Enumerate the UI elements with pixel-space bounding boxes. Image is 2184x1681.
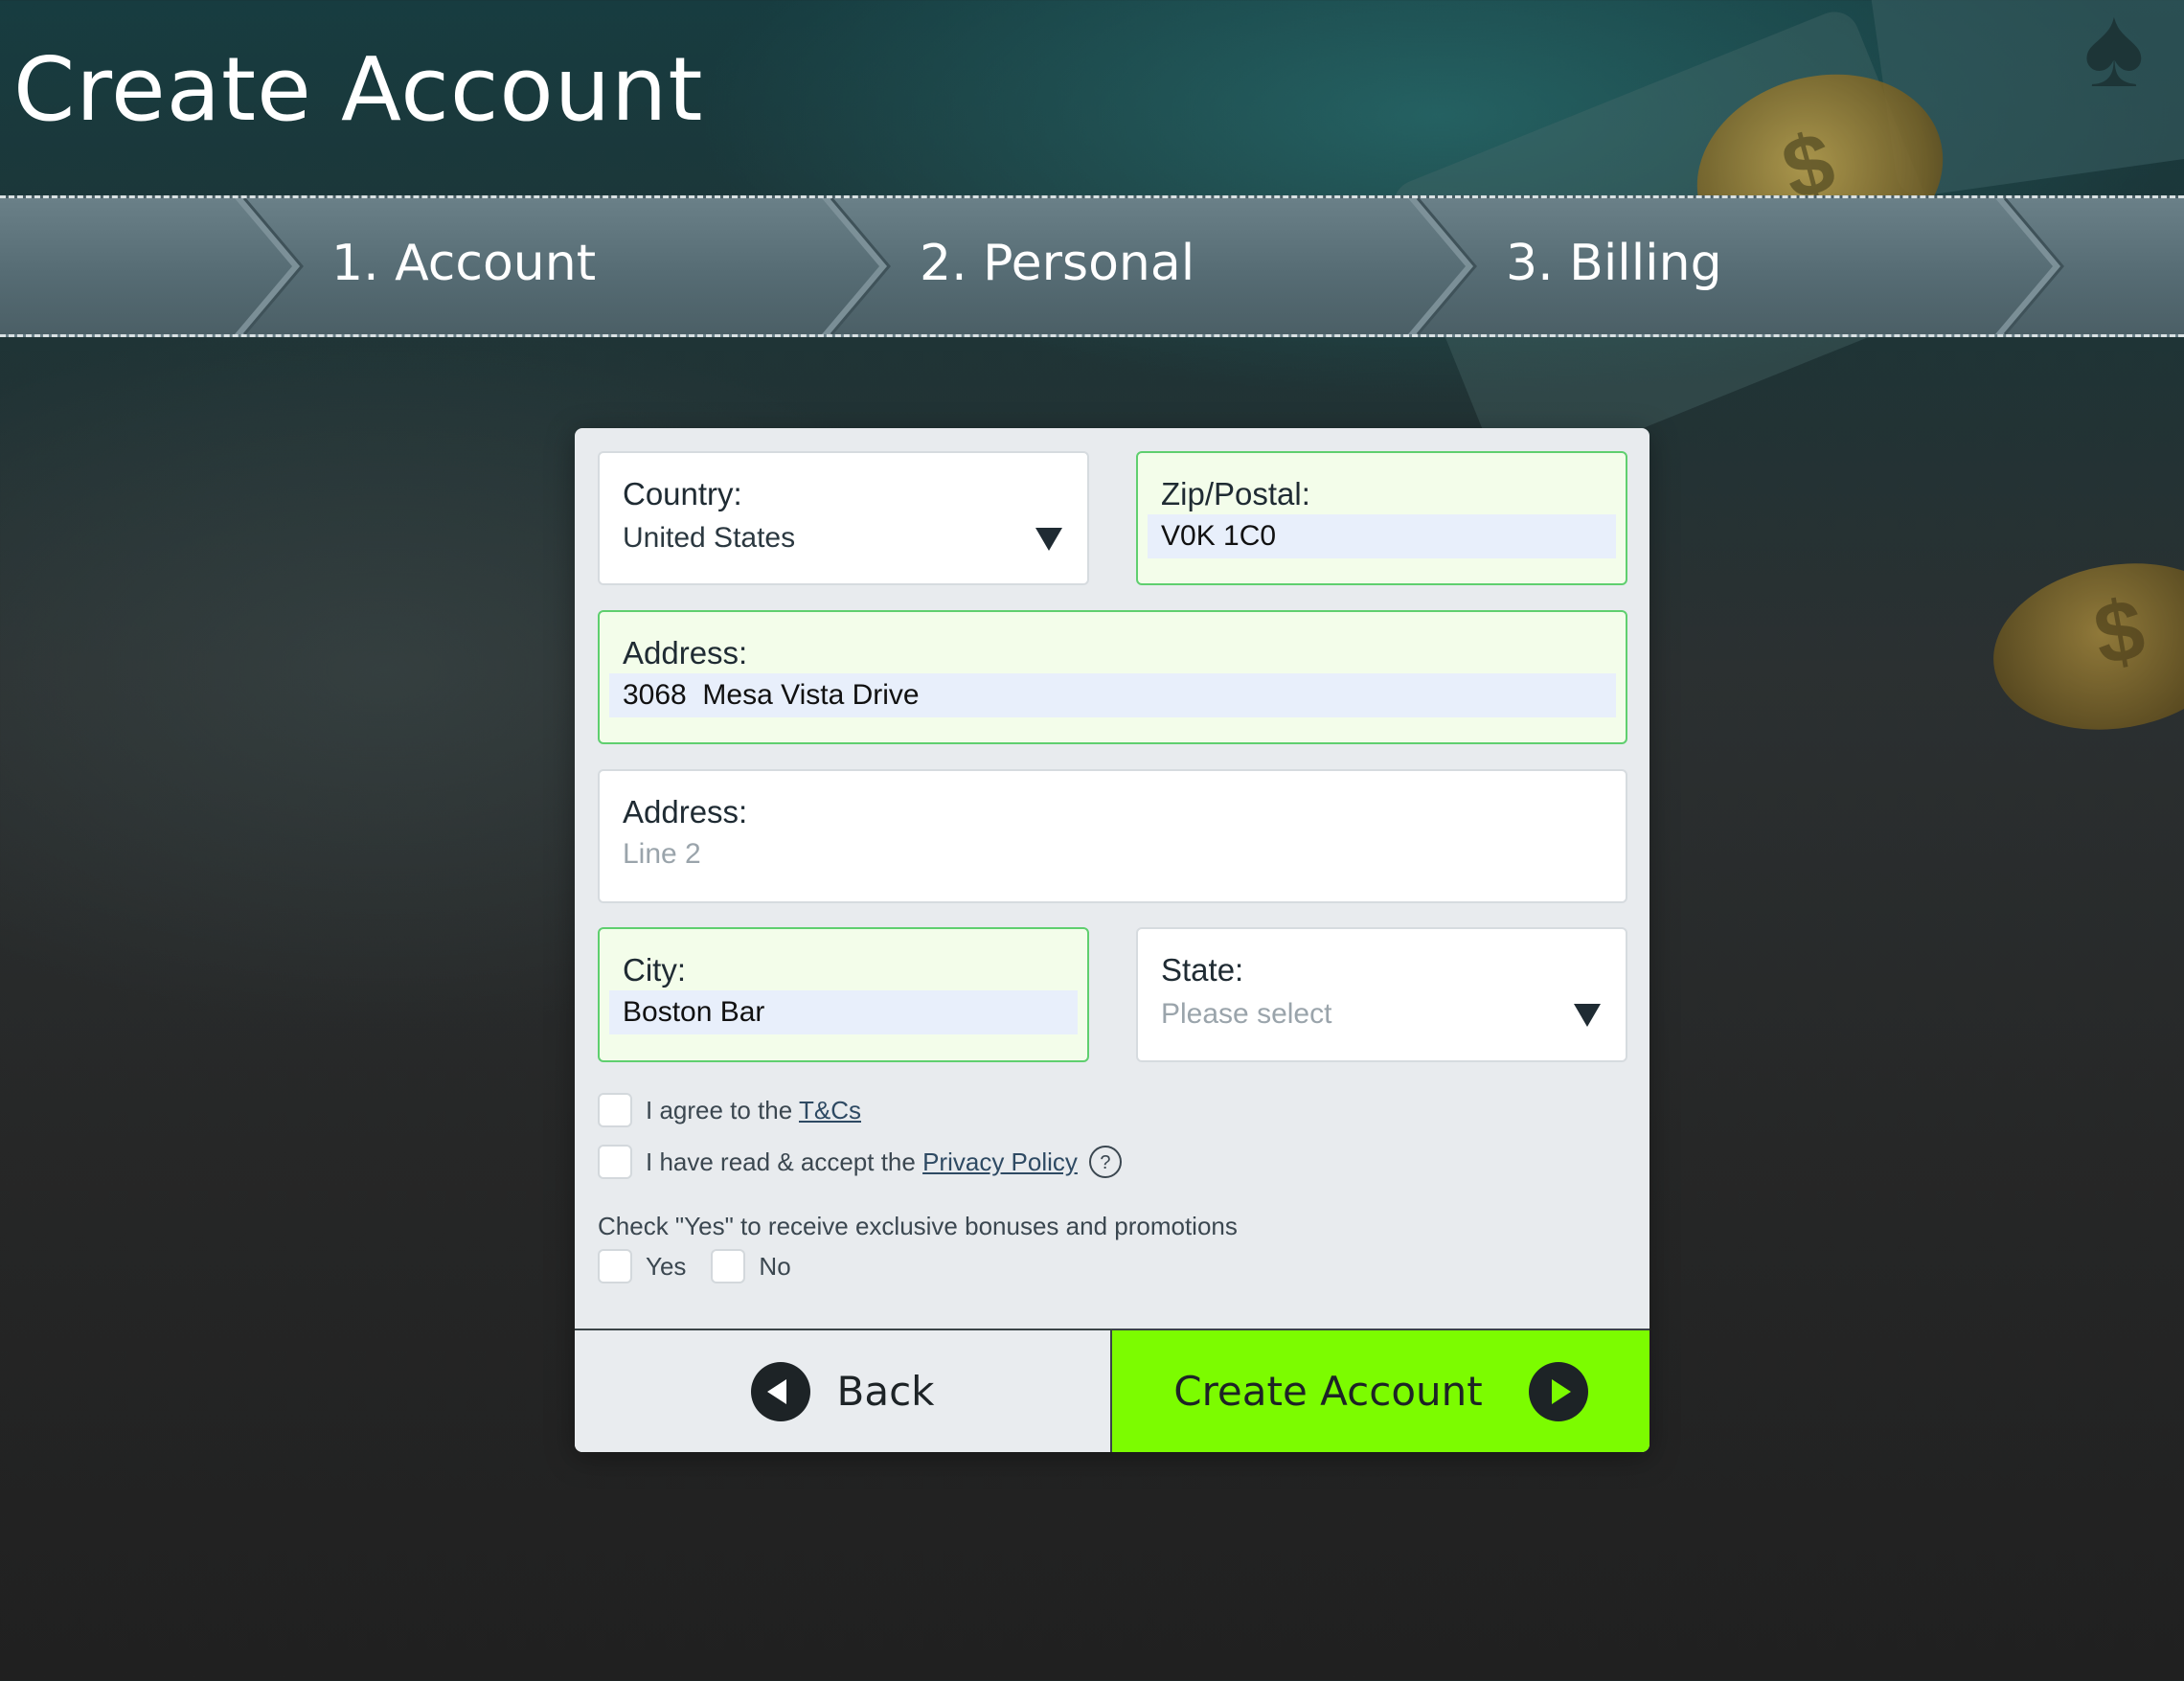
back-button-label: Back [836,1368,935,1415]
promo-options: Yes No [598,1249,791,1283]
step-chevron-icon [235,198,304,334]
step-chevron-icon [822,198,891,334]
zip-field: Zip/Postal: [1136,451,1627,585]
back-button[interactable]: Back [575,1329,1112,1452]
coin-decoration: $ [1980,544,2184,749]
address-line1-field: Address: [598,610,1627,744]
zip-label: Zip/Postal: [1161,476,1310,511]
caret-down-icon [1035,528,1062,551]
privacy-prefix: I have read & accept the [646,1147,923,1176]
privacy-checkbox[interactable] [598,1145,632,1179]
state-placeholder: Please select [1161,998,1332,1030]
city-field: City: [598,927,1089,1062]
state-label: State: [1161,952,1244,988]
promo-no-checkbox[interactable] [711,1249,746,1283]
zip-input[interactable] [1148,514,1616,558]
terms-checkbox[interactable] [598,1093,632,1127]
city-label: City: [623,952,686,988]
promo-no-label: No [759,1251,791,1281]
help-icon[interactable]: ? [1088,1146,1122,1178]
terms-prefix: I agree to the [646,1095,799,1124]
privacy-text: I have read & accept the Privacy Policy [646,1147,1078,1177]
step-chevron-icon [1408,198,1477,334]
country-label: Country: [623,476,742,511]
terms-text: I agree to the T&Cs [646,1096,861,1125]
step-chevron-icon [1995,198,2064,334]
create-account-button[interactable]: Create Account [1112,1329,1649,1452]
spade-icon: ♠ [2083,0,2145,111]
terms-link[interactable]: T&Cs [799,1096,861,1124]
create-account-button-label: Create Account [1173,1368,1483,1415]
caret-down-icon [1574,1004,1601,1027]
step-progress-bar: 1. Account 2. Personal 3. Billing [0,195,2184,337]
state-select[interactable]: State: Please select [1136,927,1627,1062]
step-personal[interactable]: 2. Personal [920,235,1194,292]
terms-row: I agree to the T&Cs [598,1093,861,1127]
address-line2-field: Address: [598,769,1627,903]
next-arrow-icon [1528,1361,1588,1421]
address-line2-input[interactable] [609,832,1616,876]
step-billing[interactable]: 3. Billing [1506,235,1722,292]
billing-form-card: Country: United States Zip/Postal: Addre… [575,428,1649,1452]
address-line2-label: Address: [623,794,748,829]
back-arrow-icon [750,1361,810,1421]
promo-prompt: Check "Yes" to receive exclusive bonuses… [598,1212,1238,1240]
promo-yes-label: Yes [646,1251,687,1281]
page-title: Create Account [13,38,704,141]
country-value: United States [623,522,796,554]
promo-yes-checkbox[interactable] [598,1249,632,1283]
privacy-row: I have read & accept the Privacy Policy … [598,1145,1122,1179]
country-select[interactable]: Country: United States [598,451,1089,585]
privacy-policy-link[interactable]: Privacy Policy [922,1147,1078,1176]
city-input[interactable] [609,990,1078,1034]
address-line1-label: Address: [623,635,748,670]
step-account[interactable]: 1. Account [331,235,596,292]
address-line1-input[interactable] [609,673,1616,717]
